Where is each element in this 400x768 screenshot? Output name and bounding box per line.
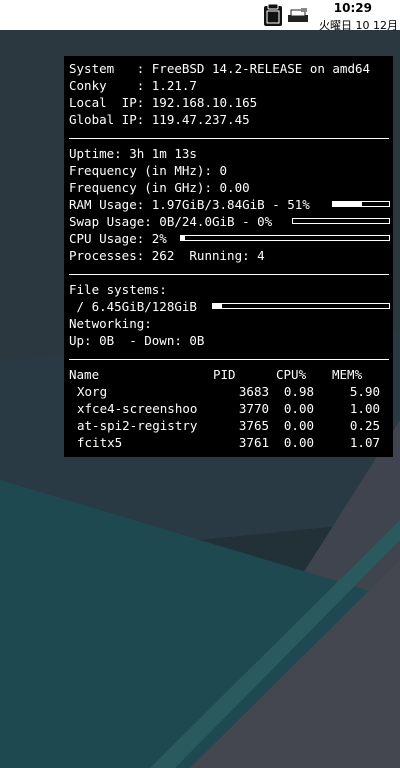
process-pid: 3765 — [238, 418, 269, 433]
ram-usage-bar-fill — [333, 202, 362, 206]
uptime: Uptime: 3h 1m 13s — [69, 146, 197, 161]
process-name: fcitx5 — [77, 435, 123, 450]
printer-tray-icon[interactable] — [287, 7, 309, 23]
filesystem-root-bar — [212, 303, 390, 309]
clipboard-icon[interactable] — [262, 3, 284, 27]
process-pid: 3770 — [238, 401, 269, 416]
process-cpu: 0.00 — [283, 401, 314, 416]
networking-heading: Networking: — [69, 316, 152, 331]
process-cpu: 0.00 — [283, 435, 314, 450]
global-ip: Global IP: 119.47.237.45 — [69, 112, 250, 127]
process-pid: 3761 — [238, 435, 269, 450]
process-name: xfce4-screenshoo — [77, 401, 198, 416]
process-header-cpu: CPU% — [276, 367, 307, 382]
divider — [69, 274, 389, 275]
filesystem-root-bar-fill — [213, 304, 222, 308]
cpu-usage-bar-fill — [181, 236, 186, 240]
cpu-usage-bar — [180, 235, 390, 241]
ram-usage: RAM Usage: 1.97GiB/3.84GiB - 51% — [69, 197, 310, 212]
process-header-pid: PID — [213, 367, 236, 382]
ram-usage-bar — [332, 201, 390, 207]
frequency-mhz: Frequency (in MHz): 0 — [69, 163, 228, 178]
conky-version: Conky : 1.21.7 — [69, 78, 197, 93]
cpu-usage: CPU Usage: 2% — [69, 231, 167, 246]
filesystems-heading: File systems: — [69, 282, 167, 297]
divider — [69, 138, 389, 139]
divider — [69, 359, 389, 360]
process-name: at-spi2-registry — [77, 418, 198, 433]
swap-usage: Swap Usage: 0B/24.0GiB - 0% — [69, 214, 273, 229]
process-header-name: Name — [69, 367, 100, 382]
process-mem: 1.00 — [349, 401, 380, 416]
process-header-mem: MEM% — [332, 367, 363, 382]
top-panel: 10:29 火曜日 10 12月 — [0, 0, 400, 33]
process-cpu: 0.98 — [283, 384, 314, 399]
process-mem: 5.90 — [349, 384, 380, 399]
network-speed: Up: 0B - Down: 0B — [69, 333, 205, 348]
filesystem-root: / 6.45GiB/128GiB — [69, 299, 197, 314]
process-mem: 0.25 — [349, 418, 380, 433]
clock-date[interactable]: 火曜日 10 12月 — [319, 17, 398, 33]
process-cpu: 0.00 — [283, 418, 314, 433]
system-info: System : FreeBSD 14.2-RELEASE on amd64 — [69, 61, 371, 76]
process-pid: 3683 — [238, 384, 269, 399]
swap-usage-bar — [292, 218, 390, 224]
conky-widget: System : FreeBSD 14.2-RELEASE on amd64 C… — [64, 56, 393, 457]
processes: Processes: 262 Running: 4 — [69, 248, 265, 263]
frequency-ghz: Frequency (in GHz): 0.00 — [69, 180, 250, 195]
process-name: Xorg — [77, 384, 108, 399]
process-mem: 1.07 — [349, 435, 380, 450]
clock-time[interactable]: 10:29 — [334, 1, 372, 15]
local-ip: Local IP: 192.168.10.165 — [69, 95, 258, 110]
